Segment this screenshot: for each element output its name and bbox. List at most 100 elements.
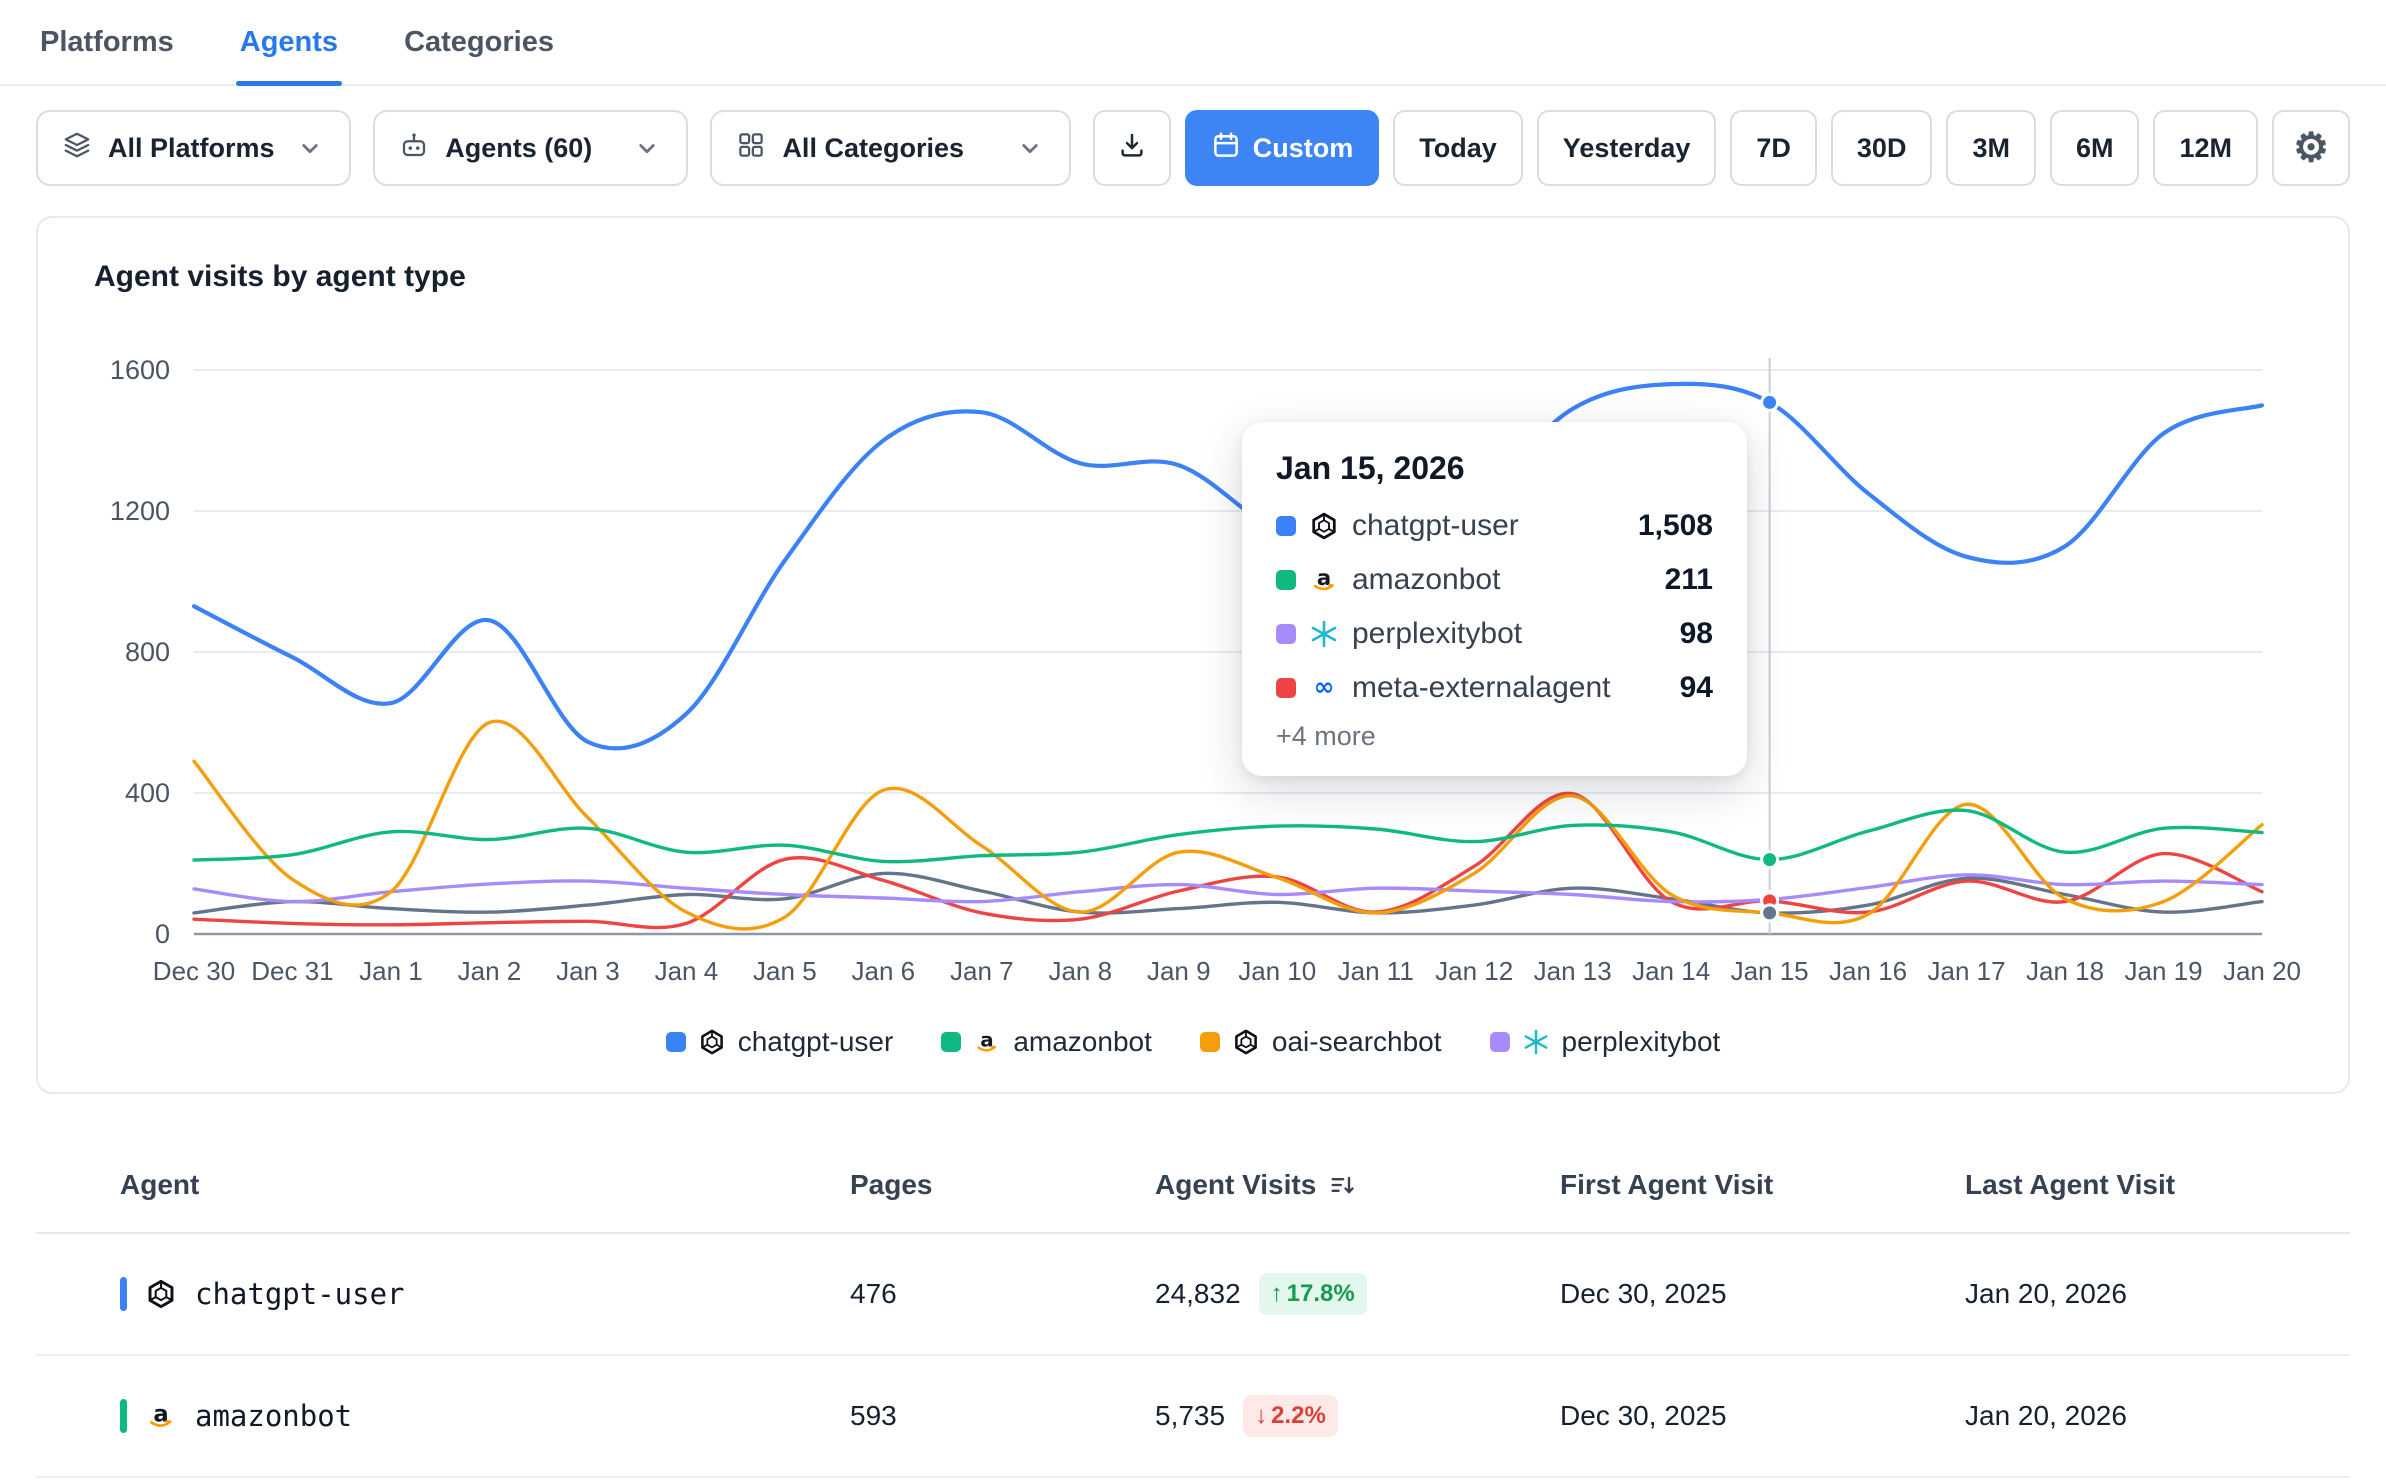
tooltip-more: +4 more — [1276, 721, 1376, 751]
x-tick-label: Jan 18 — [2026, 956, 2104, 986]
x-tick-label: Jan 5 — [753, 956, 817, 986]
column-header-pages[interactable]: Pages — [850, 1169, 1155, 1201]
legend-color-swatch — [1199, 1032, 1220, 1052]
arrow-up-icon: ↑ — [1270, 1280, 1283, 1307]
custom-range-button[interactable]: Custom — [1184, 110, 1380, 186]
range-7d[interactable]: 7D — [1730, 110, 1817, 186]
download-button[interactable] — [1092, 110, 1171, 186]
top-tab-bar: Platforms Agents Categories — [0, 0, 2386, 86]
x-tick-label: Jan 7 — [950, 956, 1014, 986]
amazon-icon: a — [150, 1401, 172, 1427]
series-amazonbot — [192, 808, 2264, 864]
x-tick-label: Jan 9 — [1147, 956, 1211, 986]
y-tick-label: 400 — [125, 778, 170, 808]
agent-cell: chatgpt-user — [36, 1277, 850, 1311]
highlight-dot-other — [1760, 903, 1780, 923]
table-row[interactable]: chatgpt-user 476 24,832 ↑ 17.8% Dec 30, 2025 J… — [36, 1234, 2350, 1356]
tab-platforms[interactable]: Platforms — [36, 0, 178, 84]
visits-cell: 24,832 ↑ 17.8% — [1155, 1273, 1560, 1315]
grid-icon — [736, 130, 766, 167]
agent-visits-chart[interactable]: 0 400 800 1200 1600 Dec 30 Dec 31 Jan 1 Jan 2 Jan… — [82, 304, 2312, 1004]
x-tick-label: Jan 8 — [1048, 956, 1112, 986]
range-30d[interactable]: 30D — [1830, 110, 1933, 186]
table-row[interactable]: a amazonbot 593 5,735 ↓ 2.2% Dec 30, 2025 Jan 2… — [36, 1356, 2350, 1478]
settings-button[interactable]: ⚙︎ — [2272, 110, 2350, 186]
legend-label: amazonbot — [1013, 1026, 1152, 1057]
y-tick-label: 800 — [125, 637, 170, 667]
agents-dropdown[interactable]: Agents (60) — [373, 110, 689, 186]
gear-icon: ⚙︎ — [2293, 126, 2329, 170]
highlight-dot-chatgpt-user — [1760, 392, 1780, 412]
custom-range-label: Custom — [1252, 132, 1354, 163]
tooltip-series-name: meta-externalagent — [1352, 671, 1611, 704]
range-toolbar: Custom Today Yesterday 7D 30D 3M 6M 12M ⚙︎ — [1092, 110, 2350, 186]
last-visit-cell: Jan 20, 2026 — [1965, 1400, 2127, 1431]
column-header-agent[interactable]: Agent — [36, 1169, 850, 1201]
series-color-swatch — [1276, 570, 1296, 590]
agents-dropdown-label: Agents (60) — [445, 132, 593, 163]
grid-icon — [739, 132, 764, 157]
layers-icon — [64, 132, 90, 157]
chevron-down-icon — [632, 133, 662, 163]
chevron-down-icon — [302, 144, 318, 154]
x-tick-label: Jan 4 — [655, 956, 719, 986]
tooltip-series-name: chatgpt-user — [1352, 509, 1519, 542]
highlight-dot-amazonbot — [1760, 850, 1780, 870]
agent-name: chatgpt-user — [195, 1277, 405, 1311]
chart-area: 0 400 800 1200 1600 Dec 30 Dec 31 Jan 1 Jan 2 Jan… — [82, 304, 2304, 1004]
visits-value: 5,735 — [1155, 1400, 1226, 1431]
download-icon — [1117, 130, 1147, 167]
legend-item-perplexitybot[interactable]: perplexitybot — [1489, 1026, 1721, 1058]
first-visit-cell: Dec 30, 2025 — [1560, 1278, 1727, 1309]
range-today[interactable]: Today — [1393, 110, 1523, 186]
first-visit-cell: Dec 30, 2025 — [1560, 1400, 1727, 1431]
column-header-last-agent-visit[interactable]: Last Agent Visit — [1965, 1169, 2350, 1201]
x-tick-label: Jan 15 — [1731, 956, 1809, 986]
x-tick-label: Jan 14 — [1632, 956, 1710, 986]
agents-icon — [399, 130, 429, 167]
openai-icon — [1234, 1029, 1257, 1055]
x-tick-label: Jan 20 — [2223, 956, 2301, 986]
legend-item-oai-searchbot[interactable]: oai-searchbot — [1199, 1026, 1442, 1058]
tooltip-series-value: 211 — [1664, 563, 1713, 596]
download-icon — [1121, 133, 1143, 157]
series-color-swatch — [1276, 624, 1296, 644]
platforms-dropdown-label: All Platforms — [108, 132, 275, 163]
platforms-dropdown[interactable]: All Platforms — [36, 110, 352, 186]
column-header-agent-visits[interactable]: Agent Visits — [1155, 1169, 1560, 1201]
series-color-swatch — [1276, 516, 1296, 536]
range-12m[interactable]: 12M — [2153, 110, 2258, 186]
legend-label: oai-searchbot — [1271, 1026, 1442, 1057]
perplexity-icon — [1311, 620, 1337, 648]
tab-categories[interactable]: Categories — [400, 0, 558, 84]
chart-tooltip: Jan 15, 2026 chatgpt-user 1,508 a amazonbot 2… — [1242, 422, 1747, 776]
pages-cell: 593 — [850, 1400, 897, 1431]
legend-item-chatgpt-user[interactable]: chatgpt-user — [665, 1026, 893, 1058]
x-tick-label: Jan 1 — [359, 956, 423, 986]
agent-color-bar — [120, 1277, 127, 1311]
tab-agents[interactable]: Agents — [235, 0, 343, 86]
x-tick-label: Jan 6 — [852, 956, 916, 986]
legend-color-swatch — [665, 1032, 686, 1052]
legend-item-amazonbot[interactable]: a amazonbot — [941, 1026, 1152, 1058]
last-visit-cell: Jan 20, 2026 — [1965, 1278, 2127, 1309]
legend-label: perplexitybot — [1561, 1026, 1721, 1057]
tooltip-series-value: 1,508 — [1637, 509, 1713, 542]
tooltip-row: a amazonbot 211 — [1276, 553, 1713, 607]
amazon-icon: a — [1313, 566, 1334, 591]
range-yesterday[interactable]: Yesterday — [1536, 110, 1717, 186]
column-header-first-agent-visit[interactable]: First Agent Visit — [1560, 1169, 1965, 1201]
agent-cell: a amazonbot — [36, 1399, 850, 1433]
y-tick-label: 1600 — [110, 355, 170, 385]
chart-title: Agent visits by agent type — [94, 260, 466, 293]
tabs: Platforms Agents Categories — [36, 0, 558, 86]
series-oai-searchbot — [192, 719, 2264, 931]
agent-color-bar — [120, 1399, 127, 1433]
y-tick-label: 1200 — [110, 496, 170, 526]
x-tick-label: Jan 19 — [2124, 956, 2202, 986]
range-3m[interactable]: 3M — [1946, 110, 2036, 186]
filter-toolbar: All Platforms Agents (60) All Categories… — [0, 110, 2386, 186]
range-6m[interactable]: 6M — [2049, 110, 2140, 186]
categories-dropdown[interactable]: All Categories — [710, 110, 1071, 186]
y-tick-label: 0 — [155, 919, 170, 949]
